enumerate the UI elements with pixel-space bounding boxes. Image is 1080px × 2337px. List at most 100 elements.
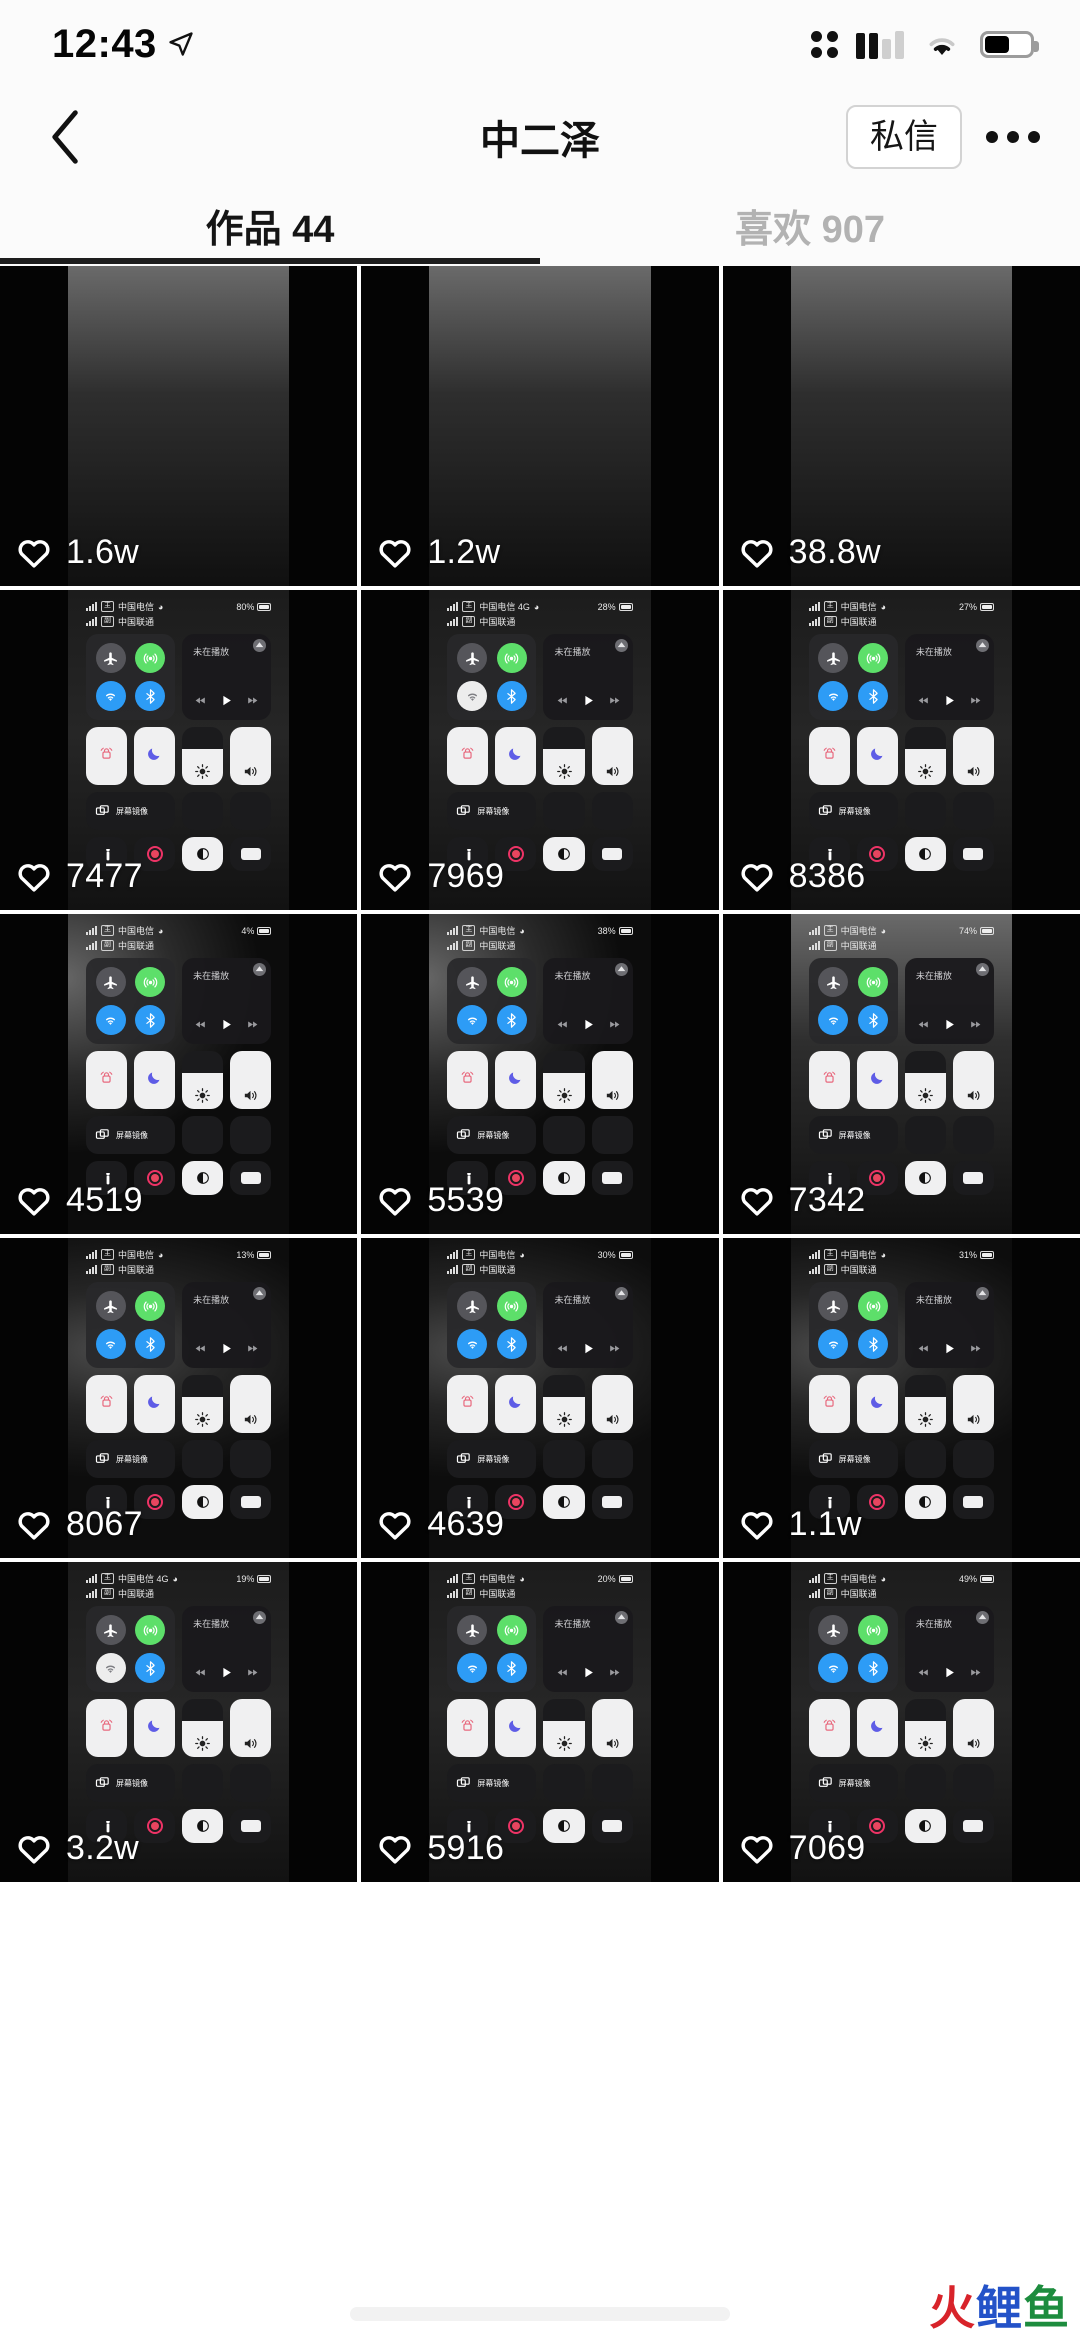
rotation-lock-toggle[interactable] xyxy=(447,727,489,785)
screen-mirroring-button[interactable]: 屏幕镜像 xyxy=(86,1440,176,1478)
rotation-lock-toggle[interactable] xyxy=(808,727,850,785)
dark-mode-button[interactable] xyxy=(904,837,946,871)
next-track-icon[interactable] xyxy=(969,1018,982,1031)
previous-track-icon[interactable] xyxy=(194,1018,207,1031)
volume-slider[interactable] xyxy=(952,1051,994,1109)
video-grid-item[interactable]: 主 中国电信 ◕ 20% 副 中国联通 未在播放 屏幕镜像 5916 xyxy=(361,1562,719,1882)
dark-mode-button[interactable] xyxy=(904,1161,946,1195)
volume-slider[interactable] xyxy=(952,1375,994,1433)
airplane-mode-toggle[interactable] xyxy=(818,967,849,997)
volume-slider[interactable] xyxy=(591,1699,633,1757)
next-track-icon[interactable] xyxy=(608,694,621,707)
brightness-slider[interactable] xyxy=(543,1051,585,1109)
screen-mirroring-button[interactable]: 屏幕镜像 xyxy=(808,1764,898,1802)
airplane-mode-toggle[interactable] xyxy=(457,643,488,673)
cc-now-playing-panel[interactable]: 未在播放 xyxy=(904,958,994,1044)
cc-now-playing-panel[interactable]: 未在播放 xyxy=(182,634,272,720)
cellular-data-toggle[interactable] xyxy=(496,1615,527,1645)
do-not-disturb-toggle[interactable] xyxy=(856,1051,898,1109)
volume-slider[interactable] xyxy=(591,727,633,785)
rotation-lock-toggle[interactable] xyxy=(447,1375,489,1433)
do-not-disturb-toggle[interactable] xyxy=(495,1051,537,1109)
airplane-mode-toggle[interactable] xyxy=(95,643,126,673)
wifi-toggle[interactable] xyxy=(95,1653,126,1683)
low-power-button[interactable] xyxy=(230,837,272,871)
low-power-button[interactable] xyxy=(591,1809,633,1843)
cc-connectivity-panel[interactable] xyxy=(808,1282,898,1368)
play-icon[interactable] xyxy=(942,1341,957,1356)
cc-connectivity-panel[interactable] xyxy=(86,958,176,1044)
back-button[interactable] xyxy=(36,107,96,167)
wifi-toggle[interactable] xyxy=(818,1005,849,1035)
next-track-icon[interactable] xyxy=(246,1666,259,1679)
cc-now-playing-panel[interactable]: 未在播放 xyxy=(543,1606,633,1692)
more-horizontal-icon[interactable] xyxy=(982,121,1044,153)
play-icon[interactable] xyxy=(219,1341,234,1356)
low-power-button[interactable] xyxy=(952,1485,994,1519)
tab-works[interactable]: 作品 44 xyxy=(0,186,540,264)
volume-slider[interactable] xyxy=(230,1375,272,1433)
play-icon[interactable] xyxy=(219,1665,234,1680)
cellular-data-toggle[interactable] xyxy=(858,1615,889,1645)
next-track-icon[interactable] xyxy=(608,1018,621,1031)
rotation-lock-toggle[interactable] xyxy=(808,1699,850,1757)
video-grid-item[interactable]: 主 中国电信 ◕ 49% 副 中国联通 未在播放 屏幕镜像 7069 xyxy=(722,1562,1080,1882)
low-power-button[interactable] xyxy=(230,1809,272,1843)
wifi-toggle[interactable] xyxy=(818,1329,849,1359)
video-grid-item[interactable]: 1.6w xyxy=(0,266,358,586)
screen-mirroring-button[interactable]: 屏幕镜像 xyxy=(447,1116,537,1154)
next-track-icon[interactable] xyxy=(246,694,259,707)
airplay-icon[interactable] xyxy=(976,1287,989,1300)
volume-slider[interactable] xyxy=(591,1051,633,1109)
brightness-slider[interactable] xyxy=(543,1699,585,1757)
cc-connectivity-panel[interactable] xyxy=(808,1606,898,1692)
do-not-disturb-toggle[interactable] xyxy=(495,1699,537,1757)
cellular-data-toggle[interactable] xyxy=(496,967,527,997)
next-track-icon[interactable] xyxy=(246,1018,259,1031)
video-grid-item[interactable]: 主 中国电信 ◕ 4% 副 中国联通 未在播放 屏幕镜像 4519 xyxy=(0,914,358,1234)
rotation-lock-toggle[interactable] xyxy=(86,727,128,785)
airplay-icon[interactable] xyxy=(614,639,628,652)
screen-mirroring-button[interactable]: 屏幕镜像 xyxy=(808,792,898,830)
bluetooth-toggle[interactable] xyxy=(858,1653,889,1683)
cellular-data-toggle[interactable] xyxy=(858,643,889,673)
airplay-icon[interactable] xyxy=(976,963,989,976)
airplay-icon[interactable] xyxy=(976,639,989,652)
cc-connectivity-panel[interactable] xyxy=(86,1606,176,1692)
low-power-button[interactable] xyxy=(952,837,994,871)
video-grid-item[interactable]: 主 中国电信 ◕ 31% 副 中国联通 未在播放 屏幕镜像 1.1w xyxy=(722,1238,1080,1558)
next-track-icon[interactable] xyxy=(608,1666,621,1679)
brightness-slider[interactable] xyxy=(543,1375,585,1433)
video-grid-item[interactable]: 38.8w xyxy=(722,266,1080,586)
airplane-mode-toggle[interactable] xyxy=(95,1615,126,1645)
play-icon[interactable] xyxy=(942,1665,957,1680)
cellular-data-toggle[interactable] xyxy=(135,967,166,997)
volume-slider[interactable] xyxy=(230,1051,272,1109)
cc-connectivity-panel[interactable] xyxy=(808,958,898,1044)
volume-slider[interactable] xyxy=(591,1375,633,1433)
video-grid-item[interactable]: 主 中国电信 ◕ 13% 副 中国联通 未在播放 屏幕镜像 8067 xyxy=(0,1238,358,1558)
brightness-slider[interactable] xyxy=(904,1051,946,1109)
bluetooth-toggle[interactable] xyxy=(135,1329,166,1359)
volume-slider[interactable] xyxy=(952,727,994,785)
cc-now-playing-panel[interactable]: 未在播放 xyxy=(182,958,272,1044)
low-power-button[interactable] xyxy=(952,1161,994,1195)
do-not-disturb-toggle[interactable] xyxy=(134,727,176,785)
screen-record-button[interactable] xyxy=(134,1809,176,1843)
airplay-icon[interactable] xyxy=(253,1611,267,1624)
video-grid-item[interactable]: 主 中国电信 ◕ 38% 副 中国联通 未在播放 屏幕镜像 5539 xyxy=(361,914,719,1234)
video-grid-item[interactable]: 主 中国电信 ◕ 74% 副 中国联通 未在播放 屏幕镜像 7342 xyxy=(722,914,1080,1234)
cc-now-playing-panel[interactable]: 未在播放 xyxy=(182,1282,272,1368)
previous-track-icon[interactable] xyxy=(556,694,569,707)
airplane-mode-toggle[interactable] xyxy=(95,967,126,997)
low-power-button[interactable] xyxy=(591,1161,633,1195)
dark-mode-button[interactable] xyxy=(543,1485,585,1519)
bluetooth-toggle[interactable] xyxy=(858,1329,889,1359)
wifi-toggle[interactable] xyxy=(95,1005,126,1035)
dark-mode-button[interactable] xyxy=(543,1161,585,1195)
airplay-icon[interactable] xyxy=(976,1611,989,1624)
cellular-data-toggle[interactable] xyxy=(135,1291,166,1321)
cellular-data-toggle[interactable] xyxy=(858,1291,889,1321)
volume-slider[interactable] xyxy=(230,1699,272,1757)
airplay-icon[interactable] xyxy=(614,1611,628,1624)
